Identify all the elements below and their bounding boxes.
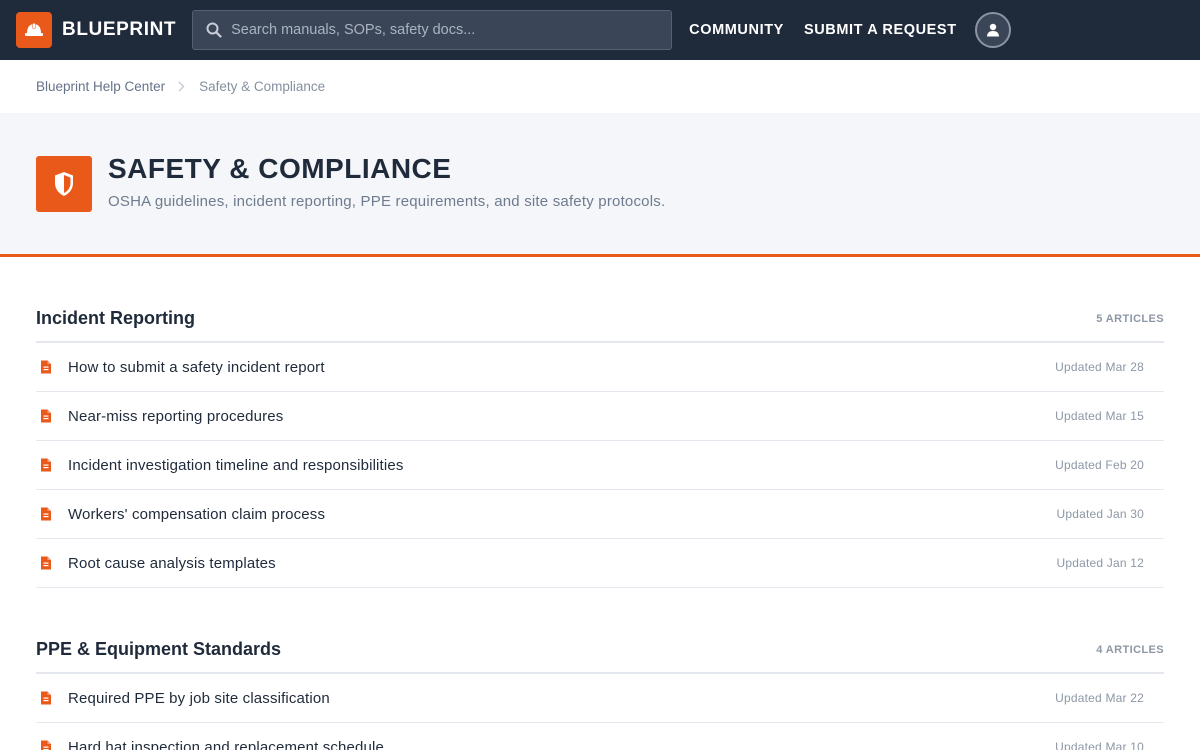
section-title[interactable]: PPE & Equipment Standards xyxy=(36,639,281,660)
category-hero: SAFETY & COMPLIANCE OSHA guidelines, inc… xyxy=(0,113,1200,257)
article-row: How to submit a safety incident report U… xyxy=(36,343,1164,392)
page-description: OSHA guidelines, incident reporting, PPE… xyxy=(108,193,666,210)
article-row: Hard hat inspection and replacement sche… xyxy=(36,723,1164,750)
article-updated-date: Updated Feb 20 xyxy=(1055,458,1144,472)
article-link[interactable]: Workers' compensation claim process xyxy=(68,506,325,523)
search-bar[interactable] xyxy=(192,10,673,50)
section-header: Incident Reporting 5 ARTICLES xyxy=(36,275,1164,343)
article-link[interactable]: How to submit a safety incident report xyxy=(68,359,325,376)
document-icon xyxy=(40,409,52,423)
page-title: SAFETY & COMPLIANCE xyxy=(108,153,452,184)
article-sections: Incident Reporting 5 ARTICLES How to sub… xyxy=(0,275,1200,750)
document-icon xyxy=(40,556,52,570)
article-updated-date: Updated Mar 10 xyxy=(1055,740,1144,750)
document-icon xyxy=(40,458,52,472)
article-link[interactable]: Incident investigation timeline and resp… xyxy=(68,457,404,474)
article-link[interactable]: Hard hat inspection and replacement sche… xyxy=(68,739,384,750)
search-input[interactable] xyxy=(231,22,652,38)
shield-icon xyxy=(36,156,92,212)
nav-submit-request-link[interactable]: SUBMIT A REQUEST xyxy=(804,22,957,38)
article-count-badge: 5 ARTICLES xyxy=(1096,313,1164,325)
nav-community-link[interactable]: COMMUNITY xyxy=(689,22,784,38)
document-icon xyxy=(40,691,52,705)
article-link[interactable]: Required PPE by job site classification xyxy=(68,690,330,707)
article-updated-date: Updated Mar 28 xyxy=(1055,360,1144,374)
article-updated-date: Updated Mar 22 xyxy=(1055,691,1144,705)
section-header: PPE & Equipment Standards 4 ARTICLES xyxy=(36,605,1164,674)
top-navigation-bar: BLUEPRINT COMMUNITY SUBMIT A REQUEST xyxy=(0,0,1200,60)
hard-hat-icon xyxy=(16,12,52,48)
search-icon xyxy=(205,21,223,39)
article-row: Required PPE by job site classification … xyxy=(36,674,1164,723)
breadcrumb-current: Safety & Compliance xyxy=(199,79,326,94)
document-icon xyxy=(40,507,52,521)
section-title[interactable]: Incident Reporting xyxy=(36,308,195,329)
article-link[interactable]: Root cause analysis templates xyxy=(68,555,276,572)
article-row: Workers' compensation claim process Upda… xyxy=(36,490,1164,539)
section-ppe-equipment: PPE & Equipment Standards 4 ARTICLES Req… xyxy=(36,605,1164,750)
article-row: Root cause analysis templates Updated Ja… xyxy=(36,539,1164,588)
article-updated-date: Updated Jan 12 xyxy=(1056,556,1144,570)
document-icon xyxy=(40,360,52,374)
article-updated-date: Updated Mar 15 xyxy=(1055,409,1144,423)
article-link[interactable]: Near-miss reporting procedures xyxy=(68,408,283,425)
user-icon xyxy=(986,23,999,37)
brand-home-link[interactable]: BLUEPRINT xyxy=(16,12,176,48)
article-row: Incident investigation timeline and resp… xyxy=(36,441,1164,490)
user-avatar-button[interactable] xyxy=(974,12,1011,48)
article-row: Near-miss reporting procedures Updated M… xyxy=(36,392,1164,441)
chevron-right-icon xyxy=(178,81,185,92)
article-updated-date: Updated Jan 30 xyxy=(1056,507,1144,521)
section-incident-reporting: Incident Reporting 5 ARTICLES How to sub… xyxy=(36,275,1164,588)
article-count-badge: 4 ARTICLES xyxy=(1096,644,1164,656)
breadcrumb-home-link[interactable]: Blueprint Help Center xyxy=(36,79,165,94)
breadcrumb: Blueprint Help Center Safety & Complianc… xyxy=(0,60,1200,113)
brand-name: BLUEPRINT xyxy=(62,19,177,40)
document-icon xyxy=(40,740,52,750)
